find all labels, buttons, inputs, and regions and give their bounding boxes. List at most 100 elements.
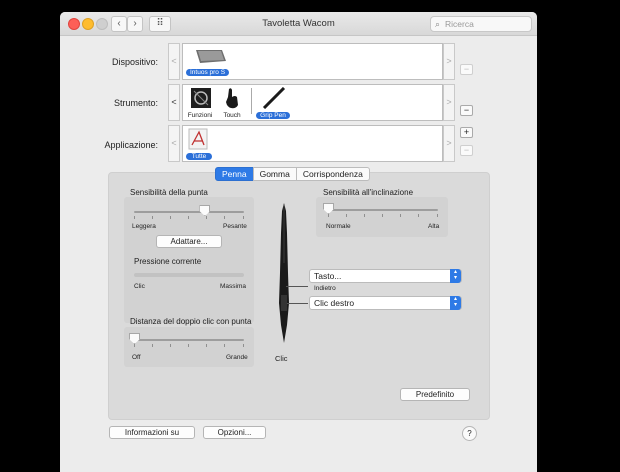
- lower-button-select[interactable]: Clic destro ▴ ▾: [309, 296, 462, 310]
- upper-lower-separator-label: Indietro: [314, 285, 336, 292]
- pen-icon: [262, 86, 286, 110]
- tip-min-label: Leggera: [132, 223, 156, 230]
- tick: [418, 214, 419, 217]
- tick: [206, 216, 207, 219]
- tilt-group: Normale Alta: [316, 197, 448, 237]
- tilt-sensitivity-thumb[interactable]: [323, 203, 334, 214]
- tool-item-label: Touch: [223, 112, 241, 119]
- tick: [224, 216, 225, 219]
- chevron-left-icon: <: [171, 97, 177, 107]
- settings-panel: Sensibilità della punta Leggera Pesante …: [108, 172, 490, 420]
- double-click-track[interactable]: [134, 339, 244, 341]
- pressure-max-label: Massima: [220, 283, 247, 290]
- device-strip: Intuos pro S: [182, 43, 443, 80]
- tick: [170, 344, 171, 347]
- device-scroll-right[interactable]: >: [443, 43, 455, 80]
- tool-item-label: Funzioni: [187, 112, 213, 119]
- chevron-updown-icon: ▴ ▾: [450, 269, 461, 283]
- tick: [364, 214, 365, 217]
- tick: [346, 214, 347, 217]
- grip-pen-illustration: [279, 203, 289, 343]
- tilt-sensitivity-track[interactable]: [328, 209, 438, 211]
- upper-button-select[interactable]: Tasto... ▴ ▾: [309, 269, 462, 283]
- tab-pen[interactable]: Penna: [215, 167, 254, 181]
- device-item-label: Intuos pro S: [186, 69, 230, 76]
- chevron-left-icon: <: [171, 56, 177, 66]
- application-add-button[interactable]: +: [460, 127, 473, 138]
- tool-remove-button[interactable]: −: [460, 105, 473, 116]
- double-click-title: Distanza del doppio clic con punta: [130, 317, 252, 326]
- tick: [328, 214, 329, 217]
- device-item[interactable]: Intuos pro S: [186, 46, 230, 76]
- functions-icon: [191, 88, 211, 108]
- pen-tip-label: Clic: [275, 354, 288, 363]
- upper-button-leader: [286, 286, 308, 287]
- hand-icon: [226, 88, 238, 109]
- tool-item-touch[interactable]: Touch: [220, 87, 244, 119]
- search-placeholder: Ricerca: [445, 19, 474, 29]
- double-click-min-label: Off: [132, 354, 141, 361]
- tip-max-label: Pesante: [223, 223, 247, 230]
- application-label: Applicazione:: [104, 140, 158, 150]
- tool-scroll-right[interactable]: >: [443, 84, 455, 121]
- tilt-max-label: Alta: [428, 223, 440, 230]
- device-scroll-left[interactable]: <: [168, 43, 180, 80]
- divider: [251, 88, 252, 114]
- tip-group: Leggera Pesante Adattare... Pressione co…: [124, 197, 254, 323]
- tablet-icon: [195, 50, 226, 63]
- default-button[interactable]: Predefinito: [400, 388, 470, 401]
- title-bar: ‹ › ⠿ Tavoletta Wacom ⌕ Ricerca: [60, 12, 537, 36]
- search-icon: ⌕: [435, 19, 441, 29]
- tilt-min-label: Normale: [326, 223, 351, 230]
- device-label: Dispositivo:: [111, 57, 158, 67]
- chevron-right-icon: >: [446, 56, 452, 66]
- current-pressure-title: Pressione corrente: [134, 257, 202, 266]
- chevron-updown-icon: ▴ ▾: [450, 296, 461, 310]
- help-button[interactable]: ?: [462, 426, 477, 441]
- tick: [206, 344, 207, 347]
- application-strip: Tutte: [182, 125, 443, 162]
- tick: [382, 214, 383, 217]
- application-item-label: Tutte: [186, 153, 212, 160]
- tick: [134, 216, 135, 219]
- application-item[interactable]: Tutte: [186, 128, 212, 160]
- tip-sensitivity-thumb[interactable]: [199, 205, 211, 216]
- application-scroll-right[interactable]: >: [443, 125, 455, 162]
- tool-item-functions[interactable]: Funzioni: [186, 87, 214, 119]
- tool-strip: Funzioni Touch Grip Pen: [182, 84, 443, 121]
- adjust-button[interactable]: Adattare...: [156, 235, 222, 248]
- upper-button-value: Tasto...: [314, 271, 342, 281]
- application-scroll-left[interactable]: <: [168, 125, 180, 162]
- chevron-right-icon: >: [446, 138, 452, 148]
- chevron-left-icon: <: [171, 138, 177, 148]
- tip-sensitivity-track[interactable]: [134, 211, 244, 213]
- wacom-preferences-window: ‹ › ⠿ Tavoletta Wacom ⌕ Ricerca Disposit…: [60, 12, 537, 472]
- options-button[interactable]: Opzioni...: [203, 426, 266, 439]
- tick: [243, 344, 244, 347]
- tool-scroll-left[interactable]: <: [168, 84, 180, 121]
- tick: [152, 216, 153, 219]
- tab-eraser[interactable]: Gomma: [252, 167, 297, 181]
- double-click-thumb[interactable]: [129, 333, 140, 344]
- tab-bar: Penna Gomma Corrispondenza: [215, 167, 370, 181]
- tick: [134, 344, 135, 347]
- about-button[interactable]: Informazioni su: [109, 426, 195, 439]
- tool-label: Strumento:: [113, 98, 158, 108]
- tick: [152, 344, 153, 347]
- tick: [224, 344, 225, 347]
- lower-button-leader: [287, 303, 308, 304]
- tick: [243, 216, 244, 219]
- tick: [188, 344, 189, 347]
- application-remove-button[interactable]: −: [460, 145, 473, 156]
- all-apps-icon: [188, 128, 208, 150]
- tab-mapping[interactable]: Corrispondenza: [295, 167, 370, 181]
- tick: [437, 214, 438, 217]
- device-remove-button[interactable]: −: [460, 64, 473, 75]
- search-field[interactable]: ⌕ Ricerca: [430, 16, 532, 32]
- chevron-right-icon: >: [446, 97, 452, 107]
- tick: [188, 216, 189, 219]
- tool-item-label: Grip Pen: [256, 112, 290, 119]
- tool-item-grip-pen[interactable]: Grip Pen: [256, 86, 290, 119]
- pressure-min-label: Clic: [134, 283, 145, 290]
- tip-sensitivity-title: Sensibilità della punta: [130, 188, 208, 197]
